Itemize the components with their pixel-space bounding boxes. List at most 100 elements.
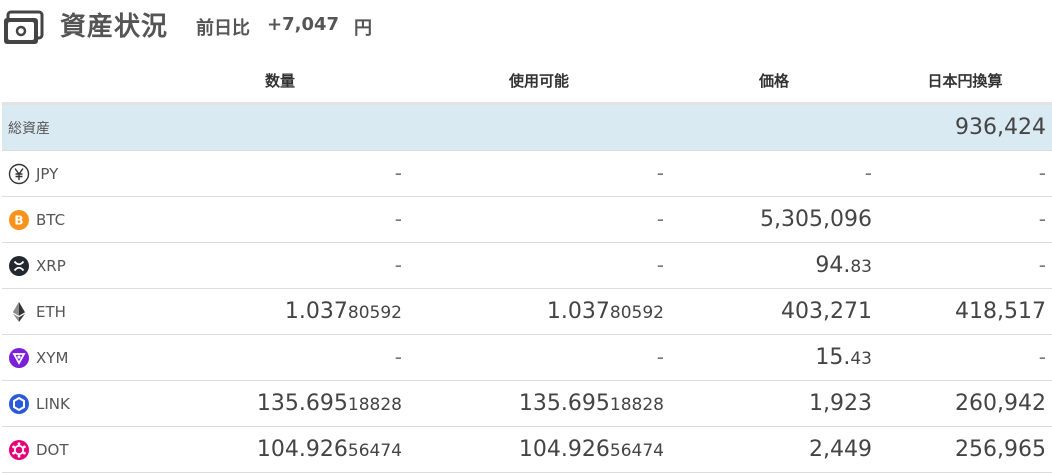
asset-symbol: LINK xyxy=(36,394,70,413)
chainlink-icon xyxy=(8,393,30,415)
jpy-value-cell: 256,965 xyxy=(878,426,1052,473)
jpy-value-cell: 260,942 xyxy=(878,380,1052,427)
quantity-cell: - xyxy=(152,196,408,243)
available-cell-main: - xyxy=(656,345,664,369)
asset-table: 数量 使用可能 価格 日本円換算 総資産 936,424 JPY - - - - B BTC… xyxy=(2,58,1052,473)
price-cell: 15.43 xyxy=(670,334,878,381)
price-cell-main: 94. xyxy=(815,253,851,278)
asset-name-cell: LINK xyxy=(2,380,152,427)
price-cell: - xyxy=(670,150,878,197)
wallet-icon xyxy=(4,10,44,44)
quantity-cell: - xyxy=(152,334,408,381)
quantity-cell: 104.92656474 xyxy=(152,426,408,473)
page-header: 資産状況 前日比 +7,047 円 xyxy=(0,0,1052,48)
jpy-value: 418,517 xyxy=(955,299,1046,324)
asset-name-cell: B BTC xyxy=(2,196,152,243)
column-header-available: 使用可能 xyxy=(408,58,670,105)
asset-row-link: LINK 135.69518828 135.69518828 1,923 260,942 xyxy=(2,380,1052,427)
price-cell-main: 403,271 xyxy=(781,299,872,324)
quantity-cell-decimals: 56474 xyxy=(347,441,402,461)
day-change-value: +7,047 xyxy=(267,14,340,35)
bitcoin-icon: B xyxy=(8,209,30,231)
quantity-cell-main: 104.926 xyxy=(256,437,348,462)
jpy-value-cell: - xyxy=(878,196,1052,243)
quantity-cell-main: 1.037 xyxy=(284,299,348,324)
price-cell-main: 2,449 xyxy=(809,437,872,462)
column-header-jpy-value: 日本円換算 xyxy=(878,58,1052,105)
jpy-value-cell: 418,517 xyxy=(878,288,1052,335)
jpy-value-cell: - xyxy=(878,150,1052,197)
quantity-cell-main: - xyxy=(394,253,402,277)
asset-row-xym: XYM - -15.43- xyxy=(2,334,1052,381)
asset-symbol: JPY xyxy=(36,164,59,183)
column-header-quantity: 数量 xyxy=(152,58,408,105)
jpy-value: 260,942 xyxy=(955,391,1046,416)
table-header-row: 数量 使用可能 価格 日本円換算 xyxy=(2,58,1052,105)
quantity-cell: - xyxy=(152,150,408,197)
asset-symbol: XRP xyxy=(36,256,66,275)
asset-name-cell: XYM xyxy=(2,334,152,381)
quantity-cell-decimals: 80592 xyxy=(347,303,402,323)
jpy-value: - xyxy=(1038,207,1046,231)
price-cell-decimals: 43 xyxy=(850,349,872,369)
polkadot-icon xyxy=(8,439,30,461)
price-cell-decimals: 83 xyxy=(850,257,872,277)
price-cell: 5,305,096 xyxy=(670,196,878,243)
available-cell-main: - xyxy=(656,161,664,185)
day-change-label: 前日比 xyxy=(196,18,250,39)
available-cell: - xyxy=(408,150,670,197)
total-price-cell xyxy=(670,103,878,151)
available-cell: 104.92656474 xyxy=(408,426,670,473)
price-cell-main: - xyxy=(864,161,872,185)
day-change-unit: 円 xyxy=(354,18,372,39)
asset-name-cell: ETH xyxy=(2,288,152,335)
jpy-value: - xyxy=(1038,161,1046,185)
available-cell-main: - xyxy=(656,253,664,277)
asset-symbol: ETH xyxy=(36,302,66,321)
yen-icon xyxy=(8,163,30,185)
price-cell: 2,449 xyxy=(670,426,878,473)
column-header-price: 価格 xyxy=(670,58,878,105)
available-cell: 135.69518828 xyxy=(408,380,670,427)
jpy-value: - xyxy=(1038,345,1046,369)
quantity-cell-decimals: 18828 xyxy=(347,395,402,415)
available-cell-main: 1.037 xyxy=(546,299,610,324)
ethereum-icon xyxy=(8,301,30,323)
available-cell-main: 104.926 xyxy=(518,437,610,462)
asset-row-eth: ETH 1.03780592 1.03780592 403,271 418,517 xyxy=(2,288,1052,335)
jpy-value-cell: - xyxy=(878,242,1052,289)
available-cell-decimals: 80592 xyxy=(609,303,664,323)
jpy-value: 256,965 xyxy=(955,437,1046,462)
quantity-cell-main: - xyxy=(394,345,402,369)
available-cell: - xyxy=(408,196,670,243)
quantity-cell-main: - xyxy=(394,207,402,231)
price-cell-main: 5,305,096 xyxy=(760,207,872,232)
asset-symbol: DOT xyxy=(36,440,69,459)
xrp-icon xyxy=(8,255,30,277)
asset-name-cell: DOT xyxy=(2,426,152,473)
quantity-cell-main: - xyxy=(394,161,402,185)
jpy-value-cell: - xyxy=(878,334,1052,381)
asset-row-jpy: JPY - - - - xyxy=(2,150,1052,197)
jpy-value: - xyxy=(1038,253,1046,277)
quantity-cell-main: 135.695 xyxy=(256,391,348,416)
available-cell: - xyxy=(408,334,670,381)
available-cell-main: - xyxy=(656,207,664,231)
total-assets-value: 936,424 xyxy=(878,103,1052,151)
quantity-cell: 135.69518828 xyxy=(152,380,408,427)
asset-row-btc: B BTC - - 5,305,096 - xyxy=(2,196,1052,243)
asset-symbol: XYM xyxy=(36,348,69,367)
total-available-cell xyxy=(408,103,670,151)
available-cell-decimals: 56474 xyxy=(609,441,664,461)
asset-name-cell: JPY xyxy=(2,150,152,197)
total-quantity-cell xyxy=(152,103,408,151)
column-header-name xyxy=(2,58,152,105)
available-cell: 1.03780592 xyxy=(408,288,670,335)
svg-text:B: B xyxy=(14,213,23,227)
total-assets-label: 総資産 xyxy=(2,103,152,151)
price-cell: 1,923 xyxy=(670,380,878,427)
page-title: 資産状況 xyxy=(60,12,169,42)
price-cell-main: 1,923 xyxy=(809,391,872,416)
total-assets-row: 総資産 936,424 xyxy=(2,103,1052,151)
asset-symbol: BTC xyxy=(36,210,66,229)
